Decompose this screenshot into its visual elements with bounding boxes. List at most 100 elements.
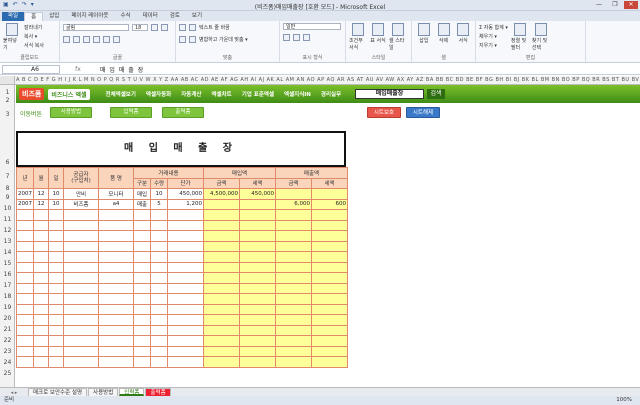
row-header[interactable]: 24 <box>0 359 15 366</box>
row-header[interactable]: 1 <box>0 89 15 96</box>
currency-icon[interactable] <box>283 34 290 41</box>
table-cell[interactable] <box>203 272 240 284</box>
table-cell[interactable] <box>16 314 34 326</box>
table-cell[interactable]: 450,000 <box>167 188 204 200</box>
table-cell[interactable] <box>203 240 240 252</box>
table-cell[interactable]: 10 <box>48 188 64 200</box>
table-cell[interactable] <box>33 356 49 368</box>
table-cell[interactable] <box>311 356 348 368</box>
table-cell[interactable] <box>167 272 204 284</box>
table-cell[interactable] <box>48 230 64 242</box>
table-cell[interactable] <box>150 293 168 305</box>
table-cell[interactable]: 안비 <box>63 188 99 200</box>
percent-icon[interactable] <box>293 34 300 41</box>
table-cell[interactable] <box>63 345 99 357</box>
row-header[interactable]: 23 <box>0 348 15 355</box>
fill-button[interactable]: 채우기 ▾ <box>479 32 508 41</box>
protect-sheet-button[interactable]: 시트보호 <box>367 107 401 118</box>
table-cell[interactable] <box>33 272 49 284</box>
table-cell[interactable] <box>311 303 348 315</box>
table-cell[interactable] <box>133 209 151 221</box>
row-header[interactable]: 17 <box>0 282 15 289</box>
nav-item-standard-excel[interactable]: 기업 표준엑셀 <box>242 90 274 98</box>
table-cell[interactable] <box>63 356 99 368</box>
table-cell[interactable] <box>150 356 168 368</box>
table-cell[interactable] <box>48 282 64 294</box>
clear-button[interactable]: 지우기 ▾ <box>479 41 508 50</box>
table-cell[interactable] <box>98 261 134 273</box>
table-cell[interactable] <box>48 293 64 305</box>
table-cell[interactable] <box>63 240 99 252</box>
table-cell[interactable] <box>167 261 204 273</box>
table-cell[interactable] <box>98 356 134 368</box>
font-size-select[interactable]: 18 <box>132 24 148 31</box>
table-cell[interactable] <box>98 314 134 326</box>
table-cell[interactable] <box>48 314 64 326</box>
fx-icon[interactable]: fx <box>60 66 96 73</box>
table-cell[interactable] <box>16 345 34 357</box>
select-all-corner[interactable] <box>0 76 15 84</box>
table-cell[interactable] <box>16 251 34 263</box>
nav-item-excel-chart[interactable]: 엑셀차트 <box>211 90 231 98</box>
table-cell[interactable] <box>33 324 49 336</box>
table-cell[interactable] <box>275 356 312 368</box>
table-cell[interactable] <box>311 230 348 242</box>
table-cell[interactable] <box>16 230 34 242</box>
nav-item-excel-knowledge[interactable]: 엑셀지식IN <box>284 90 311 98</box>
table-cell[interactable] <box>239 314 276 326</box>
table-cell[interactable] <box>63 272 99 284</box>
table-cell[interactable] <box>33 293 49 305</box>
row-header[interactable]: 3 <box>0 111 15 118</box>
table-cell[interactable] <box>311 240 348 252</box>
align-left-icon[interactable] <box>179 36 186 43</box>
table-cell[interactable] <box>311 219 348 231</box>
business-excel-logo[interactable]: 비즈니스 엑셀 <box>48 88 90 100</box>
table-cell[interactable] <box>48 240 64 252</box>
table-cell[interactable] <box>167 230 204 242</box>
table-cell[interactable]: 4,500,000 <box>203 188 240 200</box>
table-cell[interactable] <box>203 314 240 326</box>
table-cell[interactable] <box>239 209 276 221</box>
copy-button[interactable]: 복사 ▾ <box>24 32 44 41</box>
table-cell[interactable] <box>150 230 168 242</box>
table-cell[interactable] <box>48 345 64 357</box>
table-cell[interactable] <box>167 209 204 221</box>
table-cell[interactable] <box>203 356 240 368</box>
table-cell[interactable] <box>48 356 64 368</box>
row-header[interactable]: 8 <box>0 185 15 192</box>
table-cell[interactable]: 매출 <box>133 198 151 210</box>
table-cell[interactable] <box>63 303 99 315</box>
table-cell[interactable] <box>203 209 240 221</box>
row-header[interactable]: 9 <box>0 194 15 201</box>
tab-file[interactable]: 파일 <box>2 12 25 21</box>
table-cell[interactable] <box>150 209 168 221</box>
table-cell[interactable] <box>239 261 276 273</box>
table-cell[interactable] <box>16 240 34 252</box>
table-cell[interactable] <box>203 335 240 347</box>
table-cell[interactable] <box>239 230 276 242</box>
table-cell[interactable] <box>33 303 49 315</box>
table-cell[interactable] <box>275 335 312 347</box>
minimize-button[interactable]: — <box>592 1 606 9</box>
table-cell[interactable] <box>275 188 312 200</box>
table-cell[interactable] <box>133 345 151 357</box>
table-cell[interactable] <box>167 240 204 252</box>
table-cell[interactable] <box>203 251 240 263</box>
table-cell[interactable] <box>311 272 348 284</box>
table-cell[interactable]: 비즈폼 <box>63 198 99 210</box>
table-cell[interactable] <box>133 282 151 294</box>
table-cell[interactable] <box>133 240 151 252</box>
row-header[interactable]: 14 <box>0 249 15 256</box>
table-cell[interactable] <box>150 240 168 252</box>
tab-data[interactable]: 데이터 <box>137 12 164 21</box>
italic-icon[interactable] <box>73 36 80 43</box>
table-cell[interactable] <box>16 209 34 221</box>
table-cell[interactable] <box>203 293 240 305</box>
table-cell[interactable] <box>98 219 134 231</box>
font-name-select[interactable]: 굴림 <box>63 24 129 31</box>
paste-button[interactable]: 붙여넣기 <box>3 23 21 51</box>
table-cell[interactable] <box>63 209 99 221</box>
tab-formulas[interactable]: 수식 <box>114 12 136 21</box>
table-cell[interactable] <box>33 209 49 221</box>
column-letters[interactable]: A B C D E F G H I J K L M N O P Q R S T … <box>16 76 640 84</box>
